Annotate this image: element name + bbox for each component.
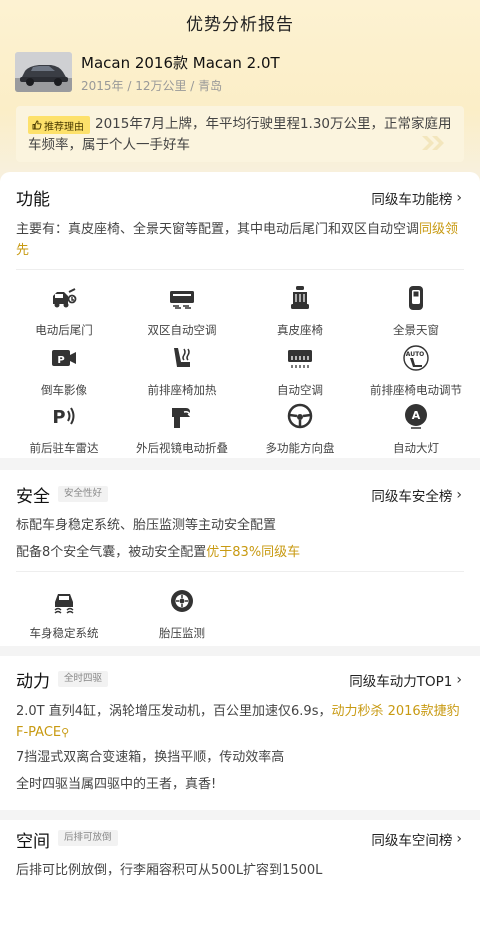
tire-pressure-icon [171,590,193,612]
function-card: 功能 同级车功能榜 › 主要有：真皮座椅、全景天窗等配置，其中电动后尾门和双区自… [0,172,480,458]
power-seat-icon: AUTO [403,345,429,371]
feature-label: 全景天窗 [393,323,439,337]
safety-rank-link[interactable]: 同级车安全榜 › [371,485,462,505]
feature-label: 前排座椅电动调节 [370,383,462,397]
function-rank-label: 同级车功能榜 [371,192,453,208]
feature-label: 真皮座椅 [277,323,323,337]
safety-divider [16,571,464,572]
power-tailgate-icon [53,288,77,308]
mirror-fold-icon [172,408,193,428]
panoramic-sunroof-icon [409,286,423,310]
feature-label: 倒车影像 [41,383,87,397]
feature-label: 胎压监测 [159,626,205,640]
function-description: 主要有：真皮座椅、全景天窗等配置，其中电动后尾门和双区自动空调同级领先 [16,219,466,261]
power-card: 动力 全时四驱 同级车动力TOP1 › 2.0T 直列4缸，涡轮增压发动机，百公… [0,656,480,810]
function-desc-text: 主要有：真皮座椅、全景天窗等配置，其中电动后尾门和双区自动空调 [16,222,420,237]
feature-item[interactable]: A 自动大灯 [356,402,476,456]
safety-line-1: 标配车身稳定系统、胎压监测等主动安全配置 [16,518,277,533]
parking-radar-icon: P [52,407,75,428]
power-rank-link[interactable]: 同级车动力TOP1 › [349,670,462,690]
safety-rank-label: 同级车安全榜 [371,489,453,505]
feature-item[interactable]: 外后视镜电动折叠 [122,402,242,456]
page-title: 优势分析报告 [186,15,294,35]
auto-headlight-icon: A [405,404,427,429]
space-rank-link[interactable]: 同级车空间榜 › [371,829,462,849]
function-title: 功能 [16,190,50,210]
feature-label: 双区自动空调 [147,323,217,337]
reason-tag-label: 推荐理由 [44,121,84,133]
space-line-1: 后排可比例放倒，行李厢容积可从500L扩容到1500L [16,863,323,878]
power-line-1-text: 2.0T 直列4缸，涡轮增压发动机，百公里加速仅6.9s， [16,704,332,719]
auto-ac-icon [288,350,312,368]
feature-item[interactable]: P 倒车影像 [4,344,124,398]
safety-line-2-highlight: 优于83%同级车 [206,545,301,560]
safety-badge: 安全性好 [58,486,109,502]
space-title: 空间 [16,832,50,852]
feature-label: 前排座椅加热 [147,383,217,397]
feature-item[interactable]: 全景天窗 [356,284,476,338]
space-rank-label: 同级车空间榜 [371,833,453,849]
svg-text:A: A [412,409,421,422]
leather-seat-icon [291,286,309,309]
chevron-right-icon: › [456,190,462,206]
safety-card: 安全 安全性好 同级车安全榜 › 标配车身稳定系统、胎压监测等主动安全配置 配备… [0,470,480,646]
dual-zone-ac-icon [170,291,194,309]
power-title: 动力 [16,672,50,692]
feature-item[interactable]: 车身稳定系统 [4,587,124,641]
feature-item[interactable]: 自动空调 [240,344,360,398]
chevron-right-icon: › [456,487,462,503]
thumbs-up-icon [32,120,42,130]
svg-text:P: P [57,355,64,366]
car-meta: 2015年 / 12万公里 / 青岛 [81,79,223,93]
car-name: Macan 2016款 Macan 2.0T [81,54,280,72]
safety-line-2: 配备8个安全气囊，被动安全配置优于83%同级车 [16,542,466,563]
power-badge: 全时四驱 [58,671,109,687]
feature-item[interactable]: 前排座椅加热 [122,344,242,398]
reason-tag: 推荐理由 [28,116,90,134]
svg-text:P: P [52,407,65,428]
power-line-2: 7挡湿式双离合变速箱，换挡平顺，传动效率高 [16,750,285,765]
feature-label: 外后视镜电动折叠 [136,441,228,455]
feature-label: 车身稳定系统 [29,626,99,640]
reason-box: 2015年7月上牌，年平均行驶里程1.30万公里，正常家庭用车频率，属于个人一手… [16,106,464,162]
search-icon[interactable]: ⚲ [61,726,69,739]
reverse-camera-icon: P [52,350,76,366]
feature-label: 自动大灯 [393,441,439,455]
power-line-3: 全时四驱当属四驱中的王者，真香! [16,777,217,792]
feature-item[interactable]: AUTO 前排座椅电动调节 [356,344,476,398]
feature-label: 自动空调 [277,383,323,397]
feature-label: 电动后尾门 [35,323,93,337]
stability-control-icon [54,594,74,614]
svg-text:AUTO: AUTO [406,351,425,358]
function-divider [16,269,464,270]
chevron-right-icon: › [456,831,462,847]
feature-item[interactable]: P 前后驻车雷达 [4,402,124,456]
feature-label: 前后驻车雷达 [29,441,99,455]
power-rank-label: 同级车动力TOP1 [349,674,453,690]
space-card: 空间 后排可放倒 同级车空间榜 › 后排可比例放倒，行李厢容积可从500L扩容到… [0,820,480,940]
chevron-decoration-icon [422,136,444,150]
reason-text: 2015年7月上牌，年平均行驶里程1.30万公里，正常家庭用车频率，属于个人一手… [28,116,452,153]
seat-heating-icon [174,348,190,367]
feature-label: 多功能方向盘 [265,441,335,455]
car-thumbnail[interactable] [15,52,72,92]
feature-item[interactable]: 胎压监测 [122,587,242,641]
function-rank-link[interactable]: 同级车功能榜 › [371,188,462,208]
feature-item[interactable]: 双区自动空调 [122,284,242,338]
feature-item[interactable]: 多功能方向盘 [240,402,360,456]
safety-line-2-text: 配备8个安全气囊，被动安全配置 [16,545,207,560]
chevron-right-icon: › [456,672,462,688]
feature-item[interactable]: 真皮座椅 [240,284,360,338]
steering-wheel-icon [287,403,313,429]
feature-item[interactable]: 电动后尾门 [4,284,124,338]
power-line-1: 2.0T 直列4缸，涡轮增压发动机，百公里加速仅6.9s，动力秒杀 2016款捷… [16,701,466,743]
space-badge: 后排可放倒 [58,830,118,846]
safety-title: 安全 [16,487,50,507]
